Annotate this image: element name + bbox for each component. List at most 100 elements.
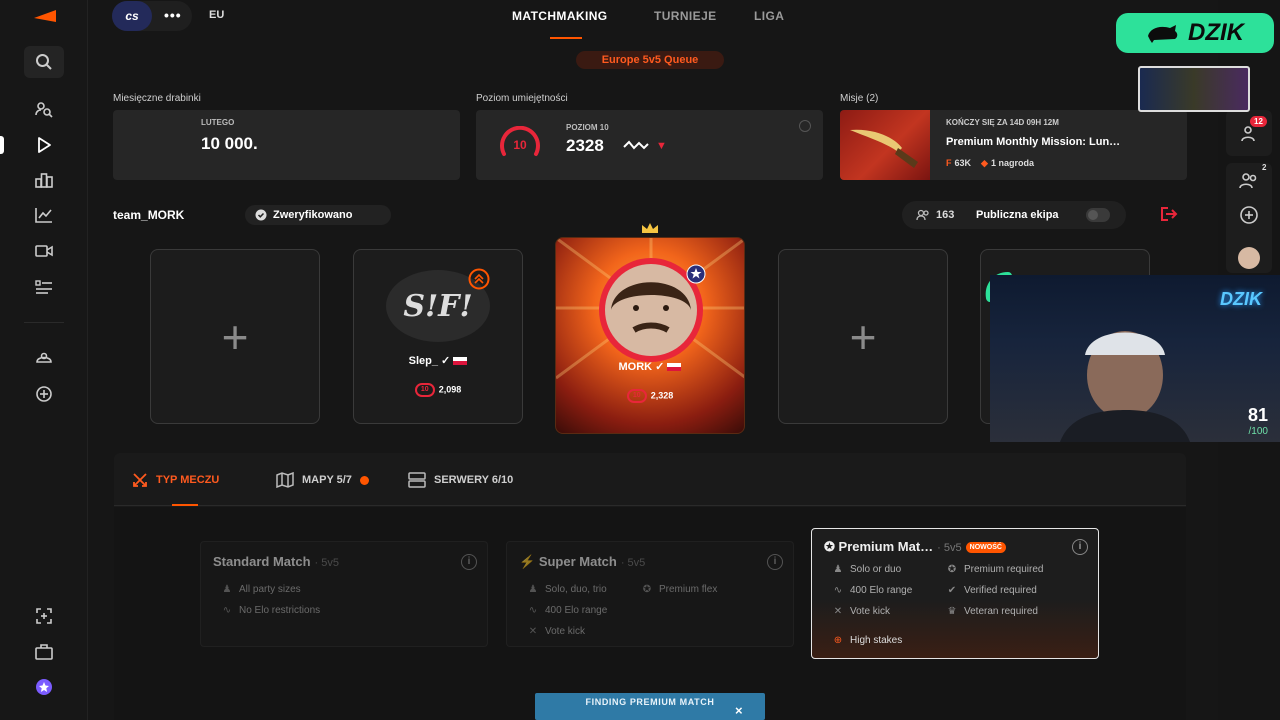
premium-badge-icon [686,264,706,284]
search-icon[interactable] [24,46,64,78]
crossed-swords-icon [133,473,147,487]
capture-icon[interactable] [24,600,64,632]
add-player-icon[interactable]: + [850,310,877,364]
left-sidebar [0,0,88,720]
region-label[interactable]: EU [209,9,224,21]
tab-underline [172,504,198,506]
star-icon: ✪ [642,584,652,595]
member-count: 163 [936,209,955,221]
ladder-label: Miesięczne drabinki [113,93,201,104]
feature: ✕ Vote kick [528,626,586,637]
tab-underline [550,37,582,39]
tab-tournaments[interactable]: TURNIEJE [654,9,717,23]
flag-pl-icon [667,363,682,372]
ladder-month: LUTEGO [201,118,235,127]
finding-match-bar[interactable]: FINDING PREMIUM MATCH × [535,693,765,720]
play-icon[interactable] [24,129,64,161]
game-logo[interactable]: cs [112,1,152,31]
add-friend-icon[interactable] [1239,205,1259,225]
add-player-icon[interactable]: + [222,310,249,364]
match-modes: Standard Match · 5v5 i ♟ All party sizes ∿… [114,507,1186,720]
info-icon[interactable]: i [461,554,477,570]
feature: ♛ Veteran required [947,606,1038,617]
new-badge: NOWOŚĆ [965,542,1006,554]
premium-star-icon[interactable] [24,671,64,703]
add-circle-icon[interactable] [24,378,64,410]
empty-slot-1[interactable]: + [150,249,320,424]
star-icon: ✪ [947,564,957,575]
mission-points: F 63K [946,158,972,168]
crown-icon [642,223,658,233]
club-icon[interactable] [24,343,64,375]
player-slot-slep[interactable]: S!F! Slep_ ✓ 10 2,098 [353,249,523,424]
team-name[interactable]: team_MORK [113,208,184,222]
player-name: MORK ✓ [556,360,744,373]
feature: ✔ Verified required [947,585,1037,596]
elo-range-icon: ∿ [833,585,843,596]
info-icon[interactable]: i [767,554,783,570]
leaderboard-icon[interactable] [24,164,64,196]
player-name: Slep_ ✓ [354,354,522,367]
leave-team-icon[interactable] [1160,206,1178,222]
mission-ends: KOŃCZY SIĘ ZA 14D 09H 12M [946,118,1059,127]
level-label: POZIOM 10 [566,123,609,132]
feature: ♟ Solo, duo, trio [528,584,607,595]
ladder-value: 10 000. [201,134,258,153]
feature: ♟ Solo or duo [833,564,902,575]
stream-score: 81 /100 [1247,405,1268,437]
mission-title[interactable]: Premium Monthly Mission: Lun… [946,136,1178,148]
tab-maps[interactable]: MAPY 5/7 [276,472,369,488]
list-icon[interactable] [24,271,64,303]
tab-match-type[interactable]: TYP MECZU [132,472,219,488]
empty-slot-2[interactable]: + [778,249,948,424]
feature: ⊕ High stakes [833,635,903,646]
avatar[interactable] [1238,247,1260,269]
tab-matchmaking[interactable]: MATCHMAKING [512,9,608,23]
info-icon[interactable] [799,120,811,132]
chevron-down-icon[interactable]: ▼ [656,140,667,152]
logo-icon[interactable] [32,6,58,24]
game-menu-icon[interactable]: ••• [164,7,182,23]
mode-title: Standard Match · 5v5 [213,554,339,569]
feature: ∿ 400 Elo range [528,605,608,616]
mode-title: ⚡ Super Match · 5v5 [519,554,646,569]
info-icon[interactable]: i [1072,539,1088,555]
find-players-icon[interactable] [24,94,64,126]
crown-icon: ♛ [947,606,957,617]
cancel-search-button[interactable]: × [735,703,743,718]
active-indicator [0,136,4,154]
missions-label: Misje (2) [840,93,879,104]
public-team-pill: 163 Publiczna ekipa [902,201,1126,229]
stats-icon[interactable] [24,199,64,231]
skill-label: Poziom umiejętności [476,93,568,104]
elo-value: 2328 [566,136,604,155]
mission-card[interactable]: KOŃCZY SIĘ ZA 14D 09H 12M Premium Monthl… [840,110,1187,180]
game-selector[interactable]: cs ••• [112,1,192,31]
briefcase-icon[interactable] [24,636,64,668]
vote-kick-icon: ✕ [528,626,538,637]
tag-icon: ◆ [981,158,988,168]
public-team-toggle[interactable] [1086,208,1110,222]
mission-reward: ◆ 1 nagroda [981,158,1034,168]
mode-super-card[interactable]: ⚡ Super Match · 5v5 i ♟ Solo, duo, trio ✪ P… [506,541,794,647]
video-icon[interactable] [24,235,64,267]
feature: ∿ 400 Elo range [833,585,913,596]
verified-badge: Zweryfikowano [245,205,391,225]
notifications-group[interactable]: 12 [1226,110,1272,156]
top-nav: cs ••• EU MATCHMAKING TURNIEJE LIGA [88,0,1218,40]
friends-count: 2 [1262,163,1267,172]
tab-league[interactable]: LIGA [754,9,784,23]
captain-slot-mork[interactable]: MORK ✓ 10 2,328 [555,237,745,434]
mode-standard-card[interactable]: Standard Match · 5v5 i ♟ All party sizes ∿… [200,541,488,647]
verified-icon [255,209,267,221]
ladder-card[interactable]: LUTEGO 10 000. [113,110,460,180]
verified-icon: ✔ [947,585,957,596]
party-icon: ♟ [222,584,232,595]
mode-premium-card[interactable]: ✪ Premium Mat… · 5v5 NOWOŚĆ i ♟ Solo or duo… [811,528,1099,659]
level-badge: 10 [500,126,540,156]
tab-servers[interactable]: SERWERY 6/10 [408,472,513,488]
match-settings-tabs: TYP MECZU MAPY 5/7 SERWERY 6/10 [114,453,1186,506]
stream-thumbnail [1138,66,1250,112]
rank-up-icon [468,268,490,290]
skill-card[interactable]: 10 POZIOM 10 2328 ▼ [476,110,823,180]
